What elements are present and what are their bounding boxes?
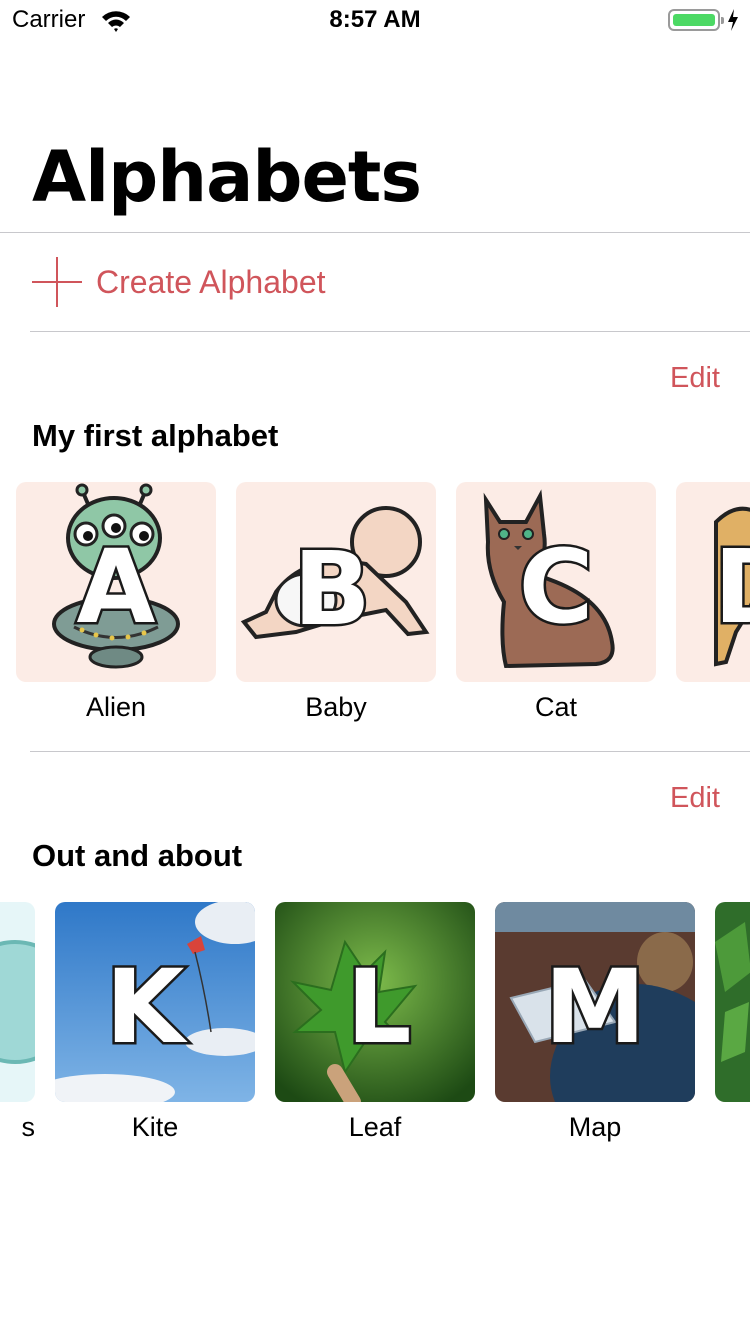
photo-thumbnail bbox=[0, 902, 35, 1102]
letter-glyph: D bbox=[714, 528, 750, 647]
letter-glyph: M bbox=[544, 948, 646, 1067]
letter-card-kite[interactable]: K Kite bbox=[55, 902, 255, 1143]
letter-glyph: A bbox=[77, 528, 156, 647]
create-alphabet-label: Create Alphabet bbox=[96, 263, 326, 300]
alphabet-row[interactable]: s K Kite L Leaf M Map bbox=[0, 902, 750, 1162]
photo-thumbnail bbox=[715, 902, 750, 1102]
card-label: Cat bbox=[534, 692, 578, 722]
letter-card-alien[interactable]: A Alien bbox=[16, 482, 216, 723]
dog-illustration: D bbox=[711, 506, 750, 667]
letter-tile: B bbox=[236, 482, 436, 682]
card-label: Leaf bbox=[348, 1112, 402, 1142]
alphabet-row[interactable]: A Alien B Baby C Cat bbox=[0, 482, 750, 742]
map-photo: M bbox=[495, 902, 695, 1102]
letter-card-leaf[interactable]: L Leaf bbox=[275, 902, 475, 1143]
leaf-photo: L bbox=[275, 902, 475, 1102]
edit-button[interactable]: Edit bbox=[670, 782, 720, 815]
letter-glyph: L bbox=[347, 948, 412, 1067]
card-label: Map bbox=[568, 1112, 622, 1142]
title-divider bbox=[0, 232, 750, 233]
clock: 8:57 AM bbox=[329, 6, 421, 33]
letter-card-partial[interactable]: D bbox=[676, 482, 750, 692]
letter-tile: L bbox=[275, 902, 475, 1102]
create-alphabet-button[interactable]: Create Alphabet bbox=[32, 256, 326, 308]
letter-card-cat[interactable]: C Cat bbox=[456, 482, 656, 723]
letter-card-map[interactable]: M Map bbox=[495, 902, 695, 1143]
card-label: s bbox=[21, 1112, 36, 1142]
battery-icon bbox=[668, 9, 724, 31]
section-title: My first alphabet bbox=[32, 418, 279, 453]
letter-tile: D bbox=[676, 482, 750, 682]
letter-tile bbox=[715, 902, 750, 1102]
status-bar: Carrier 8:57 AM bbox=[0, 0, 750, 40]
letter-glyph: K bbox=[105, 948, 188, 1067]
cat-illustration: C bbox=[483, 489, 615, 669]
letter-tile: C bbox=[456, 482, 656, 682]
letter-card-partial[interactable]: s bbox=[0, 902, 35, 1143]
divider bbox=[30, 751, 750, 752]
letter-tile bbox=[0, 902, 35, 1102]
letter-tile: A bbox=[16, 482, 216, 682]
card-label: Alien bbox=[85, 692, 147, 722]
charging-bolt-icon bbox=[728, 9, 738, 31]
letter-card-partial[interactable] bbox=[715, 902, 750, 1112]
letter-glyph: B bbox=[293, 530, 371, 649]
alien-illustration: A bbox=[52, 483, 180, 669]
card-label: Kite bbox=[131, 1112, 179, 1142]
kite-photo: K bbox=[55, 902, 255, 1102]
letter-tile: K bbox=[55, 902, 255, 1102]
card-label: Baby bbox=[305, 692, 367, 722]
divider bbox=[30, 331, 750, 332]
baby-illustration: B bbox=[240, 506, 430, 652]
section-title: Out and about bbox=[32, 838, 243, 873]
letter-tile: M bbox=[495, 902, 695, 1102]
plus-icon bbox=[32, 257, 82, 307]
page-title: Alphabets bbox=[32, 136, 422, 218]
letter-card-baby[interactable]: B Baby bbox=[236, 482, 436, 723]
edit-button[interactable]: Edit bbox=[670, 362, 720, 395]
letter-glyph: C bbox=[519, 528, 594, 647]
